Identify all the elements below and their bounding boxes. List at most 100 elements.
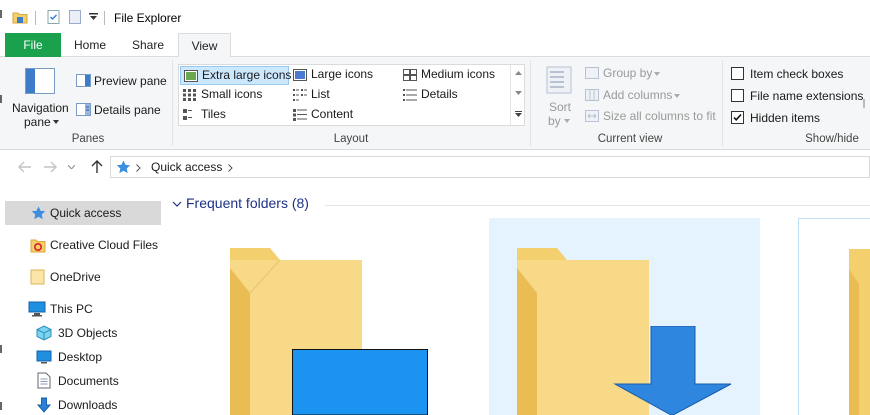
back-icon[interactable]: [18, 161, 32, 173]
chevron-down-icon: [564, 119, 570, 123]
sidebar-item-quick-access[interactable]: Quick access: [5, 201, 161, 225]
add-columns-label: Add columns: [603, 88, 673, 102]
file-name-extensions-toggle[interactable]: File name extensions: [729, 87, 870, 105]
content-area: Frequent folders (8): [165, 190, 870, 415]
tab-view[interactable]: View: [178, 33, 231, 58]
frequent-folders-header[interactable]: Frequent folders (8): [186, 195, 309, 211]
preview-pane-button[interactable]: Preview pane: [74, 72, 167, 90]
item-check-boxes-checkbox[interactable]: [731, 67, 744, 80]
layout-list[interactable]: List: [290, 86, 400, 105]
hidden-items-label: Hidden items: [750, 111, 821, 125]
sidebar-item-label: Desktop: [58, 350, 103, 364]
checkmark-icon: [733, 113, 742, 121]
layout-details[interactable]: Details: [400, 86, 515, 105]
title-separator: [104, 11, 105, 25]
address-bar[interactable]: Quick access: [110, 156, 870, 178]
hidden-items-toggle[interactable]: Hidden items: [729, 109, 870, 127]
navigation-pane-label-2: pane: [24, 115, 51, 129]
layout-tiles[interactable]: Tiles: [180, 106, 289, 125]
sidebar-item-label: Downloads: [58, 398, 118, 412]
item-check-boxes-toggle[interactable]: Item check boxes: [729, 65, 870, 83]
folder-icon: [849, 249, 870, 415]
qa-separator: [35, 11, 36, 25]
ribbon-cutoff-glyph: [863, 99, 865, 108]
size-all-columns-button[interactable]: Size all columns to fit: [585, 108, 720, 126]
ribbon-separator: [172, 60, 173, 146]
folder-tile-partial[interactable]: [798, 218, 870, 415]
current-view-group-label: Current view: [597, 133, 663, 145]
tab-share[interactable]: Share: [118, 33, 178, 57]
layout-extra-large-icons[interactable]: Extra large icons: [180, 66, 291, 85]
navigation-pane: Quick access Creative Cloud Files OneDri…: [0, 190, 165, 415]
navigation-bar: Quick access: [0, 151, 870, 183]
window-edge-mark: [0, 95, 2, 103]
forward-icon[interactable]: [43, 161, 57, 173]
hidden-items-checkbox[interactable]: [731, 111, 744, 124]
content-icon: [293, 109, 307, 121]
desktop-icon: [292, 349, 428, 415]
navigation-pane-icon: [25, 68, 55, 94]
tab-file[interactable]: File: [5, 33, 61, 57]
details-pane-button[interactable]: Details pane: [74, 101, 166, 119]
navigation-pane-button[interactable]: Navigation pane: [10, 65, 70, 129]
properties-icon[interactable]: [46, 9, 62, 25]
sidebar-item-label: Creative Cloud Files: [50, 238, 159, 252]
expand-gallery-icon[interactable]: [515, 111, 522, 117]
sort-by-label-2: by: [548, 114, 561, 128]
folder-tile-downloads[interactable]: [489, 218, 760, 415]
group-by-icon: [585, 67, 599, 79]
chevron-right-icon[interactable]: [228, 164, 233, 172]
layout-details-label: Details: [421, 87, 458, 101]
new-folder-icon[interactable]: [68, 9, 82, 25]
small-icons-icon: [183, 89, 196, 101]
cube-icon: [36, 325, 52, 341]
sidebar-item-onedrive[interactable]: OneDrive: [5, 265, 161, 289]
layout-gallery: Extra large icons Large icons Medium ico…: [178, 64, 525, 126]
layout-large-icons[interactable]: Large icons: [290, 66, 400, 85]
layout-content[interactable]: Content: [290, 106, 400, 125]
sidebar-item-label: Quick access: [50, 206, 122, 220]
layout-large-icons-label: Large icons: [311, 67, 374, 81]
scroll-down-icon[interactable]: [515, 91, 522, 95]
breadcrumb-quick-access[interactable]: Quick access: [151, 160, 222, 174]
group-by-button[interactable]: Group by: [585, 65, 665, 83]
size-columns-icon: [585, 110, 599, 122]
recent-locations-icon[interactable]: [68, 165, 75, 169]
sidebar-item-3d-objects[interactable]: 3D Objects: [5, 321, 161, 345]
layout-small-icons[interactable]: Small icons: [180, 86, 289, 105]
home-folder-icon[interactable]: [12, 9, 28, 25]
scroll-up-icon[interactable]: [515, 71, 522, 75]
sidebar-item-label: OneDrive: [50, 270, 101, 284]
preview-pane-label: Preview pane: [94, 74, 167, 88]
add-columns-button[interactable]: Add columns: [585, 87, 685, 105]
details-pane-icon: [76, 103, 91, 116]
chevron-down-icon[interactable]: [172, 201, 182, 207]
file-name-extensions-checkbox[interactable]: [731, 89, 744, 102]
star-icon: [31, 206, 46, 220]
downloads-icon: [37, 397, 51, 413]
window-edge-mark: [0, 10, 2, 18]
sidebar-item-label: 3D Objects: [58, 326, 118, 340]
layout-medium-icons[interactable]: Medium icons: [400, 66, 515, 85]
gallery-scroll: [510, 65, 525, 125]
layout-content-label: Content: [311, 107, 354, 121]
sidebar-item-desktop[interactable]: Desktop: [5, 345, 161, 369]
sort-by-button[interactable]: Sort by: [540, 65, 578, 128]
medium-icons-icon: [403, 69, 417, 81]
sidebar-item-documents[interactable]: Documents: [5, 369, 161, 393]
sort-icon: [546, 66, 572, 94]
large-icons-icon: [293, 69, 307, 81]
folder-icon: [30, 269, 45, 285]
file-name-extensions-label: File name extensions: [750, 89, 864, 103]
list-icon: [293, 89, 307, 101]
sidebar-item-downloads[interactable]: Downloads: [5, 393, 161, 415]
layout-group-label: Layout: [333, 133, 369, 145]
add-columns-icon: [585, 89, 599, 101]
tab-home[interactable]: Home: [62, 33, 118, 57]
dropdown-icon[interactable]: [89, 13, 98, 21]
layout-small-icons-label: Small icons: [201, 87, 263, 101]
folder-tile-desktop[interactable]: [200, 218, 470, 415]
sidebar-item-this-pc[interactable]: This PC: [5, 297, 161, 321]
sidebar-item-creative-cloud[interactable]: Creative Cloud Files: [5, 233, 161, 257]
up-icon[interactable]: [91, 160, 103, 174]
